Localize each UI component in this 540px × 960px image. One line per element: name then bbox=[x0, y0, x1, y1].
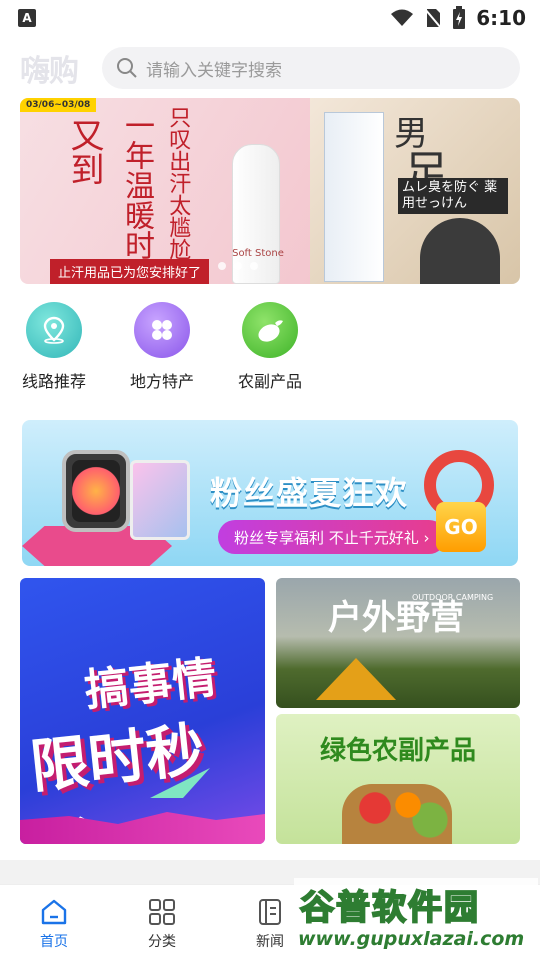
dog-image bbox=[420, 218, 500, 284]
app-notification-icon: A bbox=[18, 9, 36, 27]
status-bar: A 6:10 bbox=[0, 0, 540, 36]
go-badge: GO bbox=[436, 502, 486, 552]
agri-title: 绿色农副产品 bbox=[320, 736, 477, 766]
banner-carousel[interactable]: 03/06~03/08 又到 一年温暖时 只叹出汗太尴尬 Soft Stone … bbox=[20, 98, 520, 284]
banner-bottom-caption: 止汗用品已为您安排好了 bbox=[50, 259, 210, 284]
home-icon bbox=[41, 899, 67, 925]
vegetable-basket-image bbox=[342, 784, 452, 844]
camping-english-label: OUTDOOR CAMPING bbox=[412, 593, 494, 602]
tab-label: 分类 bbox=[148, 934, 176, 950]
category-agri-products[interactable]: 农副产品 bbox=[228, 302, 312, 392]
carousel-dot bbox=[234, 262, 242, 270]
tab-label: 首页 bbox=[40, 934, 68, 950]
news-icon bbox=[259, 899, 281, 925]
no-sim-icon bbox=[424, 8, 443, 29]
banner-slide-antiperspirant: 03/06~03/08 又到 一年温暖时 只叹出汗太尴尬 Soft Stone … bbox=[20, 98, 310, 284]
tab-home[interactable]: 首页 bbox=[0, 885, 108, 960]
app-logo: 嗨购 bbox=[20, 54, 79, 89]
category-label: 线路推荐 bbox=[21, 372, 86, 391]
banner-date-tag: 03/06~03/08 bbox=[20, 98, 97, 112]
category-label: 农副产品 bbox=[237, 372, 302, 391]
watermark-url: www.gupuxlazai.com bbox=[298, 928, 525, 950]
clock: 6:10 bbox=[476, 6, 526, 30]
green-agri-products-tile[interactable]: 绿色农副产品 bbox=[276, 714, 520, 844]
search-placeholder: 请输入关键字搜索 bbox=[146, 60, 282, 81]
top-bar: 嗨购 请输入关键字搜索 bbox=[0, 44, 540, 92]
promo-subtitle-button[interactable]: 粉丝专享福利 不止千元好礼 › bbox=[218, 520, 446, 554]
carousel-indicator bbox=[218, 262, 258, 270]
battery-charging-icon bbox=[453, 6, 466, 29]
category-local-specialty[interactable]: 地方特产 bbox=[120, 302, 204, 392]
tab-label: 新闻 bbox=[256, 934, 284, 950]
outdoor-camping-tile[interactable]: 户外野营 OUTDOOR CAMPING bbox=[276, 578, 520, 708]
carousel-dot bbox=[218, 262, 226, 270]
category-label: 地方特产 bbox=[129, 372, 194, 391]
search-input[interactable]: 请输入关键字搜索 bbox=[102, 47, 520, 89]
banner-slide-foot-care: 男 足 ムレ臭を防ぐ 薬用せっけん bbox=[310, 98, 520, 284]
deodorant-stick-label: Soft Stone bbox=[232, 248, 284, 259]
category-shortcuts: 线路推荐 地方特产 农副产品 bbox=[0, 302, 540, 402]
banner-title-2: 一年温暖时 bbox=[119, 110, 154, 260]
location-pin-icon bbox=[26, 302, 82, 358]
watermark-brand: 谷普软件园 bbox=[299, 887, 480, 929]
banner-title-1: 又到 bbox=[64, 118, 104, 186]
banner-right-box: ムレ臭を防ぐ 薬用せっけん bbox=[398, 178, 508, 214]
tent-image bbox=[316, 658, 396, 700]
promo-title: 粉丝盛夏狂欢 bbox=[210, 474, 409, 512]
flash-sale-tile[interactable]: 搞事情 限时秒杀 bbox=[20, 578, 265, 844]
category-route-recommend[interactable]: 线路推荐 bbox=[12, 302, 96, 392]
smartwatch-image bbox=[62, 450, 130, 532]
carousel-dot bbox=[250, 262, 258, 270]
clover-grid-icon bbox=[134, 302, 190, 358]
grid-icon bbox=[149, 899, 175, 925]
foot-cream-tube-image bbox=[324, 112, 384, 282]
search-icon bbox=[117, 58, 137, 78]
promo-banner[interactable]: 粉丝盛夏狂欢 粉丝专享福利 不止千元好礼 › GO bbox=[22, 420, 518, 566]
tablet-image bbox=[130, 460, 190, 540]
wifi-icon bbox=[391, 9, 414, 26]
vegetable-icon bbox=[242, 302, 298, 358]
tab-category[interactable]: 分类 bbox=[108, 885, 216, 960]
site-watermark: 谷普软件园 www.gupuxlazai.com bbox=[294, 878, 538, 958]
banner-title-3: 只叹出汗太尴尬 bbox=[165, 106, 191, 260]
